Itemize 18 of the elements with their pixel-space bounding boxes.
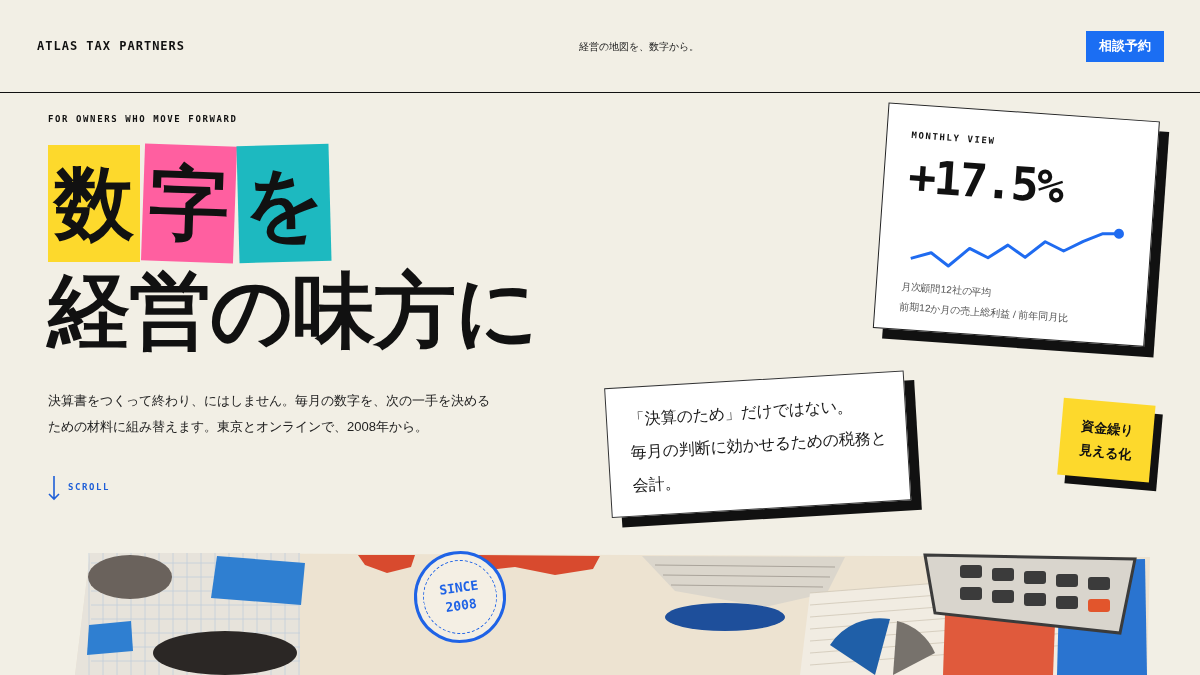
sticky-note-text: 資金繰り見える化: [1077, 417, 1135, 464]
stat-eyebrow: MONTHLY VIEW: [910, 129, 996, 147]
stat-note: 前期12か月の売上総利益 / 前年同月比: [898, 299, 1070, 326]
headline-tile: 字: [141, 143, 237, 264]
lead-paragraph: 決算書をつくって終わり、にはしません。毎月の数字を、次の一手を決めるための材料に組み替えます。東京とオンラインで、2008年から。: [48, 392, 491, 436]
arrow-down-icon: [48, 475, 60, 501]
stat-value: +17.5%: [906, 153, 1064, 210]
headline-tile: を: [236, 143, 332, 264]
brand-name[interactable]: ATLAS TAX PARTNERS: [37, 37, 186, 55]
booking-button[interactable]: 相談予約: [1086, 30, 1164, 62]
scroll-link[interactable]: SCROLL: [48, 475, 111, 501]
hero-eyebrow: FOR OWNERS WHO MOVE FORWARD: [48, 113, 238, 125]
stat-note: 月次顧問12社の平均: [900, 279, 994, 301]
headline-tile: 数: [48, 145, 140, 262]
badge-label: SINCE: [438, 576, 480, 598]
header-tagline: 経営の地図を、数字から。: [578, 39, 699, 54]
badge-year: 2008: [444, 595, 478, 617]
quote-text: 「決算のため」だけではない。毎月の判断に効かせるための税務と会計。: [628, 396, 888, 496]
